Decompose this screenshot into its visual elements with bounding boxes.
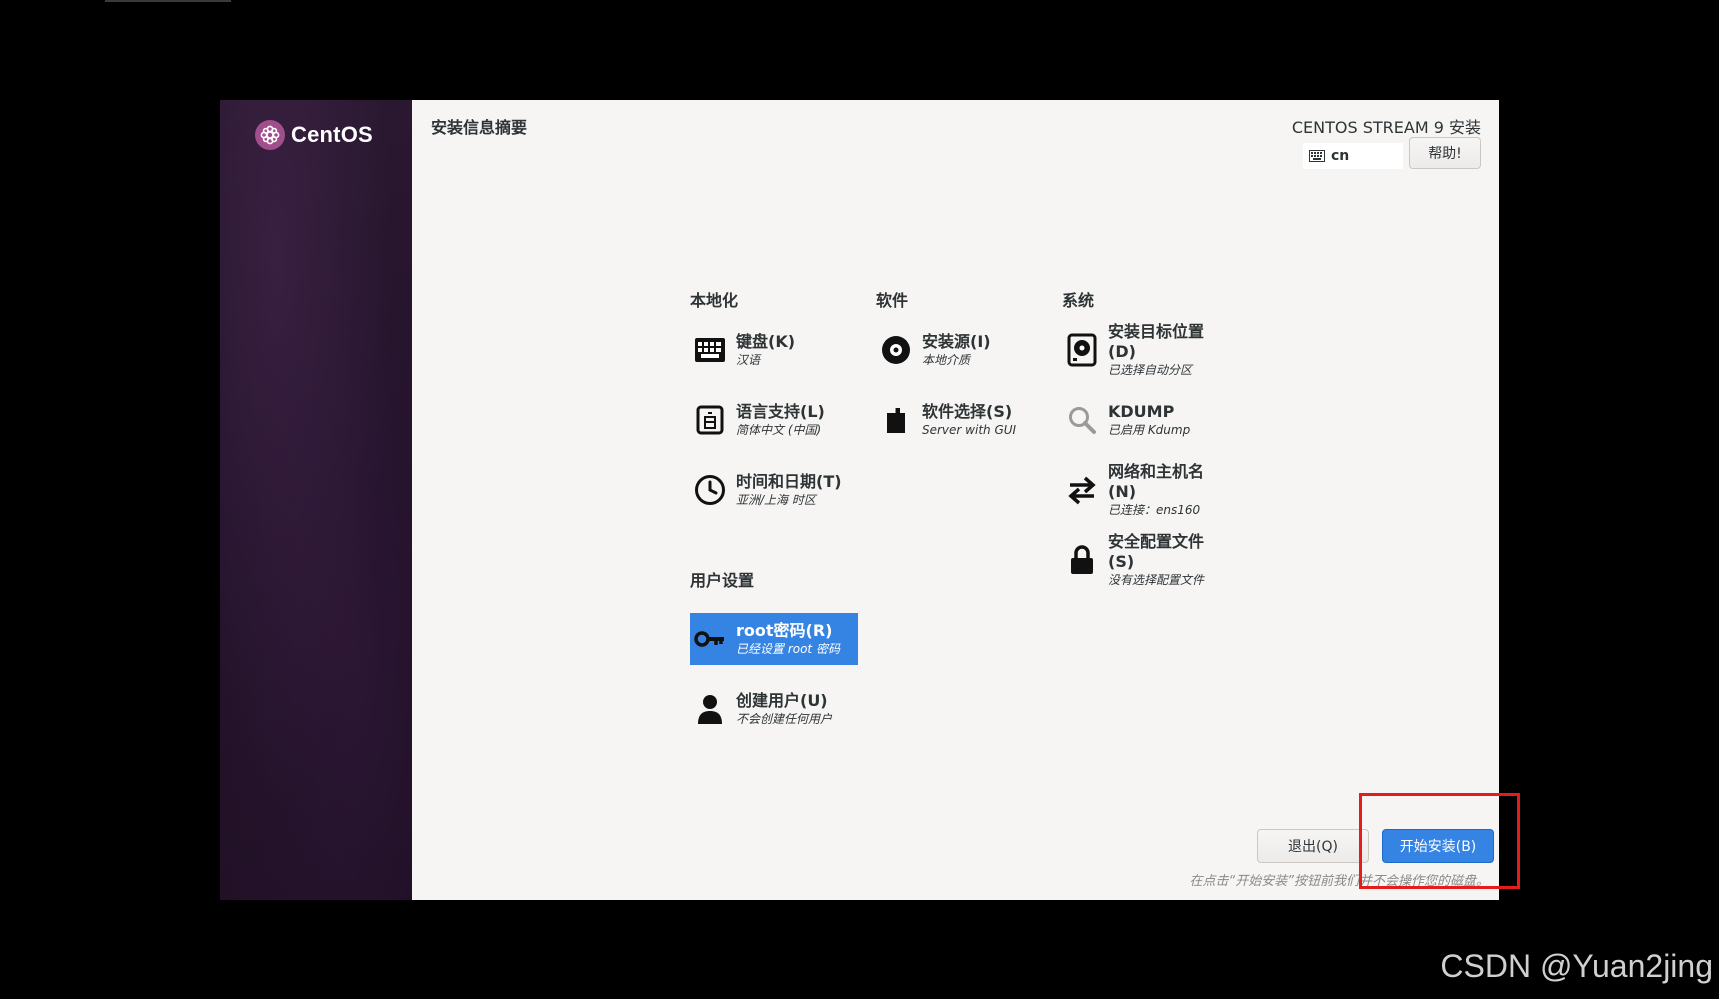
spoke-security-profile-name: 安全配置文件(S) — [1108, 531, 1205, 571]
spoke-language-status: 简体中文 (中国) — [736, 422, 822, 437]
help-button[interactable]: 帮助! — [1409, 137, 1481, 169]
spoke-language[interactable]: 语言支持(L) 简体中文 (中国) — [690, 394, 858, 446]
spoke-install-destination-status: 已选择自动分区 — [1108, 362, 1193, 377]
section-user-settings: 用户设置 — [690, 571, 755, 590]
lock-icon — [1064, 542, 1100, 578]
spoke-keyboard-name: 键盘(K) — [736, 331, 796, 351]
main-panel: 安装信息摘要 CENTOS STREAM 9 安装 cn 帮助! 本地化 软件 … — [412, 100, 1499, 900]
spoke-software-selection-name: 软件选择(S) — [922, 401, 1013, 421]
key-icon — [692, 621, 728, 657]
spoke-datetime-name: 时间和日期(T) — [736, 471, 842, 491]
centos-logo: CentOS — [255, 120, 373, 150]
search-icon — [1064, 402, 1100, 438]
sidebar: CentOS — [220, 100, 412, 900]
keyboard-layout-indicator[interactable]: cn — [1303, 143, 1403, 169]
network-arrows-icon — [1064, 472, 1100, 508]
spoke-root-password-name: root密码(R) — [736, 620, 833, 640]
spoke-security-profile[interactable]: 安全配置文件(S) 没有选择配置文件 — [1062, 531, 1230, 587]
spoke-install-destination[interactable]: 安装目标位置(D) 已选择自动分区 — [1062, 321, 1230, 377]
section-software: 软件 — [876, 291, 909, 310]
spoke-root-password-status: 已经设置 root 密码 — [736, 641, 840, 656]
installer-window: CentOS 安装信息摘要 CENTOS STREAM 9 安装 cn 帮助! … — [220, 100, 1499, 900]
language-icon — [692, 402, 728, 438]
logo-text: CentOS — [291, 122, 373, 147]
spoke-install-destination-name: 安装目标位置(D) — [1108, 321, 1205, 361]
spoke-network-status: 已连接：ens160 — [1108, 502, 1201, 517]
spoke-network[interactable]: 网络和主机名(N) 已连接：ens160 — [1062, 461, 1230, 517]
spoke-datetime-status: 亚洲/上海 时区 — [736, 492, 816, 507]
spoke-kdump-status: 已启用 Kdump — [1108, 422, 1191, 437]
section-system: 系统 — [1062, 291, 1095, 310]
spoke-root-password[interactable]: root密码(R) 已经设置 root 密码 — [690, 613, 858, 665]
harddisk-icon — [1064, 332, 1100, 368]
section-localization: 本地化 — [690, 291, 739, 310]
spoke-language-name: 语言支持(L) — [736, 401, 825, 421]
spoke-software-selection-status: Server with GUI — [922, 422, 1017, 437]
spoke-software-selection[interactable]: 软件选择(S) Server with GUI — [876, 394, 1044, 446]
spoke-keyboard[interactable]: 键盘(K) 汉语 — [690, 324, 858, 376]
keyboard-icon — [692, 332, 728, 368]
clock-icon — [692, 472, 728, 508]
spoke-security-profile-status: 没有选择配置文件 — [1108, 572, 1205, 587]
spoke-install-source[interactable]: 安装源(I) 本地介质 — [876, 324, 1044, 376]
spoke-install-source-status: 本地介质 — [922, 352, 971, 367]
quit-button[interactable]: 退出(Q) — [1257, 829, 1369, 863]
user-icon — [692, 691, 728, 727]
disc-icon — [878, 332, 914, 368]
spoke-create-user-status: 不会创建任何用户 — [736, 711, 833, 726]
spoke-datetime[interactable]: 时间和日期(T) 亚洲/上海 时区 — [690, 464, 858, 516]
centos-logo-icon — [255, 120, 285, 150]
spoke-create-user[interactable]: 创建用户(U) 不会创建任何用户 — [690, 683, 858, 735]
product-title: CENTOS STREAM 9 安装 — [1291, 118, 1481, 137]
watermark: CSDN @Yuan2jing — [1440, 948, 1713, 984]
package-icon — [878, 402, 914, 438]
spoke-keyboard-status: 汉语 — [736, 352, 761, 367]
spoke-network-name: 网络和主机名(N) — [1108, 461, 1205, 501]
spoke-kdump-name: KDUMP — [1108, 401, 1175, 421]
keyboard-layout-label: cn — [1331, 148, 1350, 164]
top-tab-strip — [105, 0, 231, 2]
keyboard-small-icon — [1309, 150, 1325, 162]
spoke-create-user-name: 创建用户(U) — [736, 690, 828, 710]
page-title: 安装信息摘要 — [431, 118, 528, 137]
spoke-install-source-name: 安装源(I) — [922, 331, 991, 351]
red-highlight-annotation — [1359, 793, 1520, 889]
spoke-kdump[interactable]: KDUMP 已启用 Kdump — [1062, 394, 1230, 446]
